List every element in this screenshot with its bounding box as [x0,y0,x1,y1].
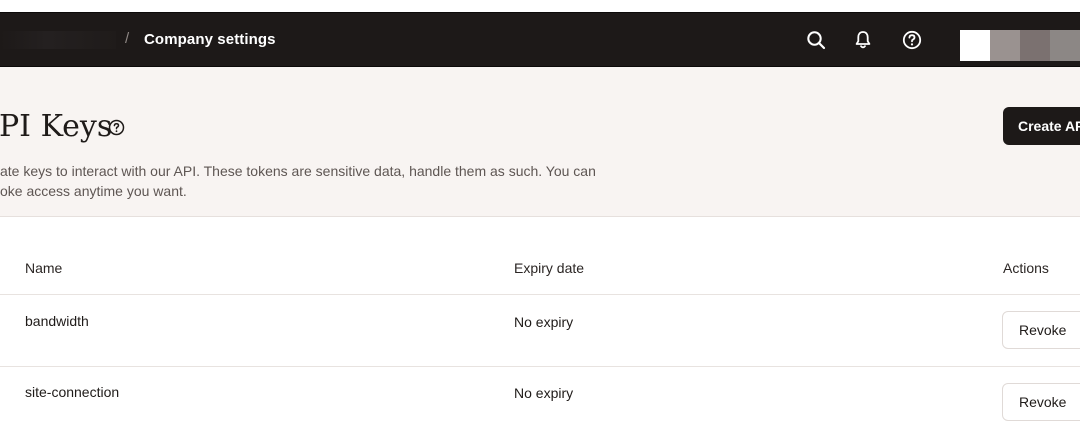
page-title: PI Keys [0,109,113,144]
column-header-expiry: Expiry date [514,260,585,276]
row-divider [0,294,1080,295]
page-description: ate keys to interact with our API. These… [0,161,640,201]
help-circle-icon[interactable] [901,29,923,51]
avatar[interactable] [960,30,1080,61]
column-header-actions: Actions [1003,260,1049,276]
top-strip [0,0,1080,12]
revoke-button[interactable]: Revoke [1002,383,1080,421]
api-key-name: bandwidth [25,313,89,329]
breadcrumb-current[interactable]: Company settings [144,31,276,48]
page-header: PI Keys ate keys to interact with our AP… [0,67,1080,217]
page-description-line: ate keys to interact with our API. These… [0,163,596,179]
revoke-button[interactable]: Revoke [1002,311,1080,349]
search-icon[interactable] [805,29,827,51]
api-key-name: site-connection [25,384,120,400]
redacted-org-name [0,31,116,49]
bell-icon[interactable] [852,29,874,51]
breadcrumb-separator: / [125,30,130,47]
column-header-name: Name [25,260,63,276]
row-divider [0,366,1080,367]
api-key-expiry: No expiry [514,385,574,401]
top-navbar: / Company settings [0,12,1080,67]
page-description-line: oke access anytime you want. [0,183,187,199]
help-circle-icon[interactable] [108,119,125,136]
api-key-expiry: No expiry [514,314,574,330]
create-api-key-button[interactable]: Create AP [1003,107,1080,145]
